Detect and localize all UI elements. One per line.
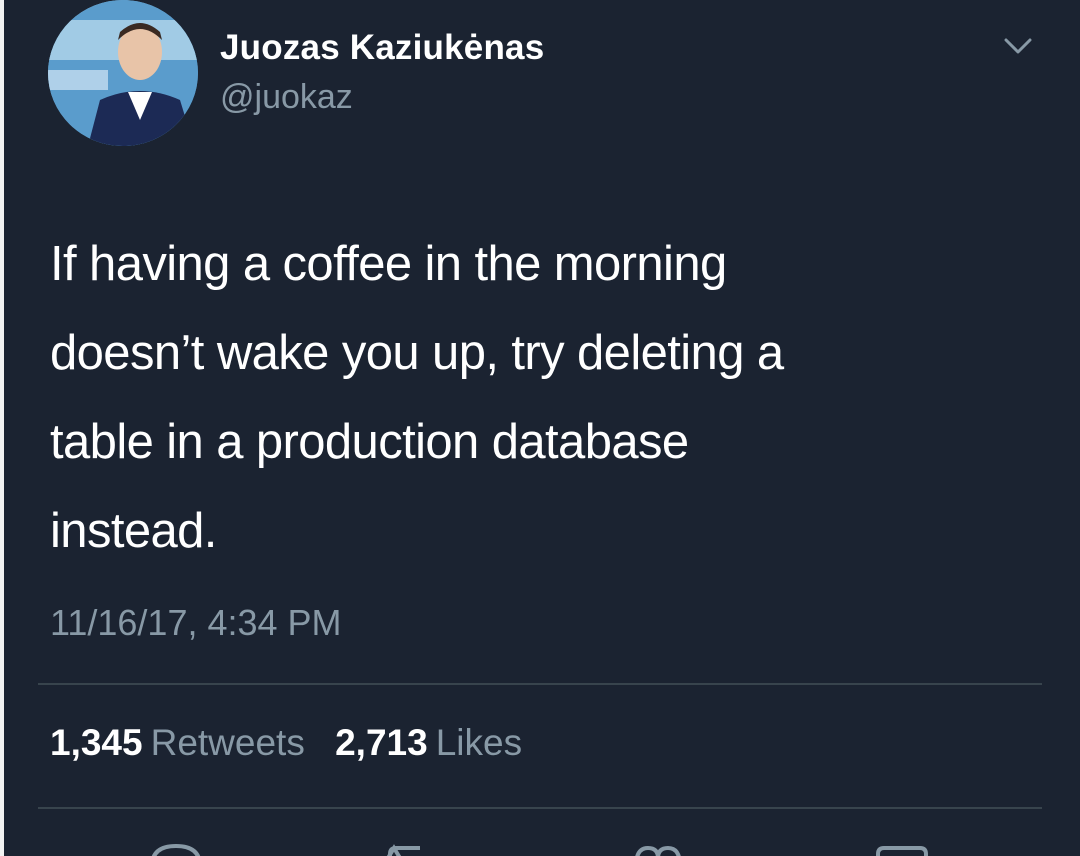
avatar[interactable] bbox=[48, 0, 198, 146]
action-bar bbox=[0, 836, 1080, 856]
divider bbox=[38, 807, 1042, 809]
retweets-label[interactable]: Retweets bbox=[151, 722, 305, 763]
tweet-text-line: doesn’t wake you up, try deleting a bbox=[50, 326, 784, 380]
tweet-text-line: instead. bbox=[50, 504, 217, 558]
author-display-name[interactable]: Juozas Kaziukėnas bbox=[220, 28, 544, 68]
reply-icon[interactable] bbox=[146, 836, 206, 856]
divider bbox=[38, 683, 1042, 685]
likes-count[interactable]: 2,713 bbox=[335, 722, 428, 763]
author-handle[interactable]: @juokaz bbox=[220, 78, 353, 117]
likes-label[interactable]: Likes bbox=[436, 722, 522, 763]
tweet-text-line: table in a production database bbox=[50, 415, 689, 469]
tweet-card: Juozas Kaziukėnas @juokaz If having a co… bbox=[0, 0, 1080, 856]
retweets-count[interactable]: 1,345 bbox=[50, 722, 143, 763]
tweet-timestamp[interactable]: 11/16/17, 4:34 PM bbox=[50, 602, 342, 644]
share-icon[interactable] bbox=[872, 836, 932, 856]
retweet-icon[interactable] bbox=[380, 836, 440, 856]
chevron-down-icon[interactable] bbox=[1000, 32, 1036, 60]
avatar-image bbox=[48, 0, 198, 146]
tweet-text-line: If having a coffee in the morning bbox=[50, 237, 727, 291]
screen-edge bbox=[0, 0, 4, 856]
heart-icon[interactable] bbox=[628, 836, 688, 856]
tweet-text: If having a coffee in the morning doesn’… bbox=[50, 220, 1030, 576]
tweet-stats: 1,345 Retweets 2,713 Likes bbox=[50, 722, 542, 764]
